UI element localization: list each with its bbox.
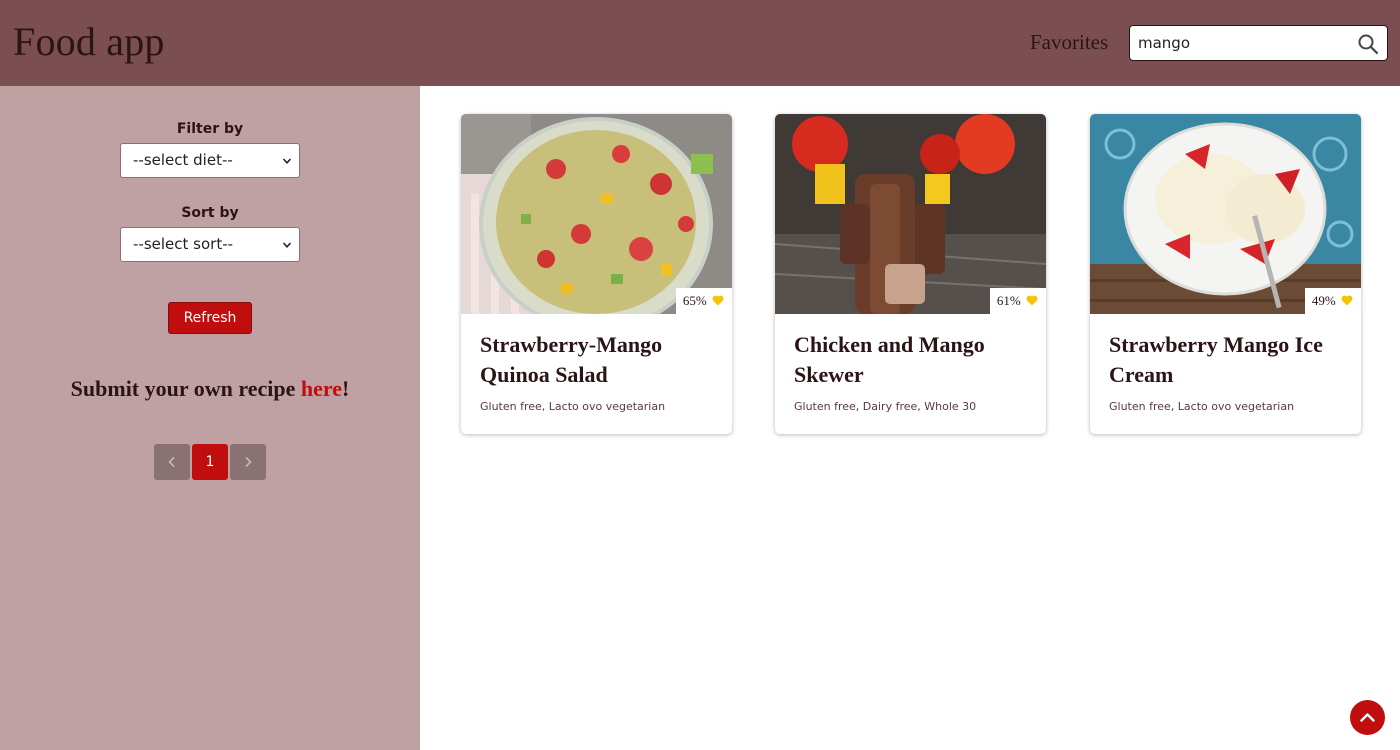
rating-value: 49% (1311, 293, 1336, 308)
submit-recipe-link[interactable]: here (301, 376, 342, 401)
recipe-title: Strawberry Mango Ice Cream (1109, 332, 1323, 387)
next-page-button[interactable] (230, 444, 266, 480)
scroll-to-top-button[interactable] (1350, 700, 1385, 735)
page-number-button[interactable]: 1 (192, 444, 228, 480)
recipe-card[interactable]: 61% Chicken and Mango Skewer Gluten free… (775, 114, 1046, 434)
recipe-card[interactable]: 49% Strawberry Mango Ice Cream Gluten fr… (1090, 114, 1361, 434)
diet-select-value: --select diet-- (133, 151, 233, 169)
recipe-diets: Gluten free, Lacto ovo vegetarian (1109, 400, 1295, 413)
chevron-up-icon (1360, 713, 1375, 722)
recipe-title: Strawberry-Mango Quinoa Salad (480, 332, 663, 387)
heart-icon (712, 295, 724, 306)
recipe-image-quinoa-salad (461, 114, 732, 314)
chevron-left-icon (168, 456, 175, 468)
filter-label: Filter by (176, 121, 244, 137)
search-input[interactable] (1138, 30, 1348, 56)
recipe-diets: Gluten free, Lacto ovo vegetarian (480, 400, 666, 413)
chevron-down-icon (282, 242, 292, 248)
diet-select[interactable]: --select diet-- (120, 143, 300, 178)
sort-select[interactable]: --select sort-- (120, 227, 300, 262)
search-box (1129, 25, 1388, 61)
rating-badge: 61% (989, 288, 1046, 314)
heart-icon (1341, 295, 1353, 306)
recipe-title: Chicken and Mango Skewer (794, 332, 985, 387)
favorites-link[interactable]: Favorites (1030, 30, 1108, 55)
heart-icon (1026, 295, 1038, 306)
search-icon[interactable] (1356, 32, 1380, 56)
rating-badge: 49% (1304, 288, 1361, 314)
refresh-button[interactable]: Refresh (168, 302, 252, 334)
submit-text-prefix: Submit your own recipe (70, 376, 301, 401)
sort-label: Sort by (181, 205, 239, 221)
chevron-down-icon (282, 158, 292, 164)
previous-page-button[interactable] (154, 444, 190, 480)
recipe-card[interactable]: 65% Strawberry-Mango Quinoa Salad Gluten… (461, 114, 732, 434)
sort-select-value: --select sort-- (133, 235, 234, 253)
rating-badge: 65% (675, 288, 732, 314)
rating-value: 61% (996, 293, 1021, 308)
sidebar: Filter by --select diet-- Sort by --sele… (0, 86, 420, 750)
submit-recipe-text: Submit your own recipe here! (0, 376, 420, 402)
chevron-right-icon (245, 456, 252, 468)
top-header: Food app Favorites (0, 0, 1400, 86)
app-logo[interactable]: Food app (13, 18, 165, 65)
recipe-image-ice-cream (1090, 114, 1361, 314)
rating-value: 65% (682, 293, 707, 308)
recipe-diets: Gluten free, Dairy free, Whole 30 (794, 400, 977, 413)
recipe-image-chicken-skewer (775, 114, 1046, 314)
submit-text-suffix: ! (342, 376, 350, 401)
